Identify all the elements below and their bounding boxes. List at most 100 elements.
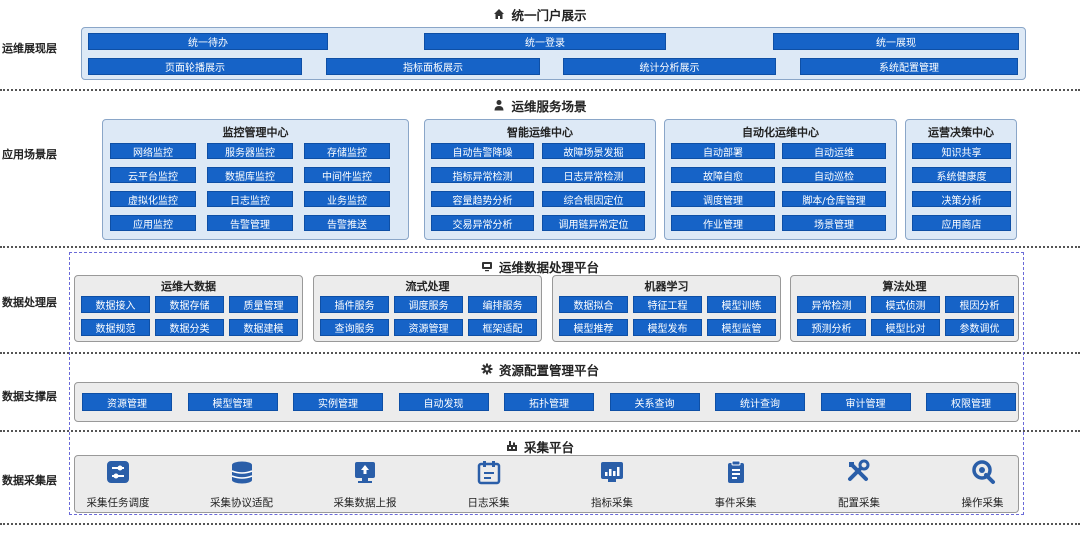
portal-button[interactable]: 统一登录	[424, 33, 666, 50]
function-button[interactable]: 应用商店	[912, 215, 1011, 231]
function-button[interactable]: 模型推荐	[559, 319, 628, 336]
function-button[interactable]: 模式侦测	[871, 296, 940, 313]
algo-title: 算法处理	[882, 280, 927, 293]
portal-title-text: 统一门户展示	[511, 8, 587, 23]
function-button[interactable]: 告警推送	[304, 215, 390, 231]
function-button[interactable]: 作业管理	[671, 215, 775, 231]
function-button[interactable]: 编排服务	[468, 296, 537, 313]
function-button[interactable]: 数据规范	[81, 319, 150, 336]
collect-item-label: 配置采集	[838, 497, 880, 509]
collect-title-text: 采集平台	[523, 440, 574, 455]
function-button[interactable]: 数据建模	[229, 319, 298, 336]
calendar-log-icon	[476, 459, 502, 485]
collect-item[interactable]: 采集协议适配	[187, 459, 297, 510]
function-button[interactable]: 决策分析	[912, 191, 1011, 207]
collect-item-label: 指标采集	[591, 497, 633, 509]
portal-button[interactable]: 系统配置管理	[800, 58, 1018, 75]
home-icon	[493, 8, 505, 23]
function-button[interactable]: 质量管理	[229, 296, 298, 313]
function-button[interactable]: 存储监控	[304, 143, 390, 159]
collect-item-label: 操作采集	[961, 497, 1004, 509]
data-upload-icon	[352, 459, 378, 485]
portal-button[interactable]: 统一待办	[88, 33, 328, 50]
function-button[interactable]: 预测分析	[797, 319, 866, 336]
layer-label-processing: 数据处理层	[2, 296, 57, 309]
function-button[interactable]: 自动发现	[398, 393, 489, 411]
function-button[interactable]: 根因分析	[945, 296, 1014, 313]
function-button[interactable]: 自动部署	[671, 143, 775, 159]
function-button[interactable]: 资源管理	[82, 393, 172, 411]
function-button[interactable]: 特征工程	[633, 296, 702, 313]
function-button[interactable]: 调用链异常定位	[542, 215, 645, 231]
function-button[interactable]: 查询服务	[320, 319, 389, 336]
function-button[interactable]: 调度管理	[671, 191, 775, 207]
function-button[interactable]: 数据接入	[81, 296, 150, 313]
automation-center-title: 自动化运维中心	[742, 126, 819, 139]
function-button[interactable]: 数据存储	[155, 296, 224, 313]
resource-title: 资源配置管理平台	[0, 360, 1080, 379]
function-button[interactable]: 服务器监控	[207, 143, 293, 159]
decision-center-title: 运营决策中心	[928, 126, 994, 139]
collect-item-label: 采集数据上报	[333, 497, 397, 509]
function-button[interactable]: 综合根因定位	[542, 191, 645, 207]
function-button[interactable]: 容量趋势分析	[431, 191, 534, 207]
portal-button[interactable]: 指标面板展示	[326, 58, 540, 75]
collect-item[interactable]: 日志采集	[434, 459, 544, 510]
function-button[interactable]: 统计查询	[715, 393, 805, 411]
function-button[interactable]: 模型训练	[707, 296, 776, 313]
function-button[interactable]: 中间件监控	[304, 167, 390, 183]
function-button[interactable]: 模型管理	[187, 393, 278, 411]
function-button[interactable]: 数据库监控	[207, 167, 293, 183]
function-button[interactable]: 自动巡检	[782, 167, 886, 183]
function-button[interactable]: 资源管理	[394, 319, 463, 336]
function-button[interactable]: 模型发布	[633, 319, 702, 336]
function-button[interactable]: 知识共享	[912, 143, 1011, 159]
function-button[interactable]: 交易异常分析	[431, 215, 534, 231]
function-button[interactable]: 指标异常检测	[431, 167, 534, 183]
function-button[interactable]: 云平台监控	[110, 167, 196, 183]
layer-label-application: 应用场景层	[2, 148, 57, 161]
function-button[interactable]: 审计管理	[820, 393, 911, 411]
function-button[interactable]: 业务监控	[304, 191, 390, 207]
portal-button[interactable]: 页面轮播展示	[88, 58, 302, 75]
function-button[interactable]: 参数调优	[945, 319, 1014, 336]
function-button[interactable]: 自动运维	[782, 143, 886, 159]
function-button[interactable]: 日志异常检测	[542, 167, 645, 183]
function-button[interactable]: 框架适配	[468, 319, 537, 336]
collect-item[interactable]: 采集数据上报	[310, 459, 420, 510]
portal-button[interactable]: 统一展现	[773, 33, 1019, 50]
collect-item[interactable]: 配置采集	[804, 459, 914, 510]
function-button[interactable]: 脚本/仓库管理	[782, 191, 886, 207]
collect-item[interactable]: 采集任务调度	[63, 459, 173, 510]
function-button[interactable]: 自动告警降噪	[431, 143, 534, 159]
monitor-center-title: 监控管理中心	[222, 126, 289, 139]
collect-item[interactable]: 事件采集	[681, 459, 791, 510]
function-button[interactable]: 模型比对	[871, 319, 940, 336]
function-button[interactable]: 关系查询	[609, 393, 700, 411]
function-button[interactable]: 虚拟化监控	[110, 191, 196, 207]
function-button[interactable]: 数据分类	[155, 319, 224, 336]
collect-item-label: 日志采集	[467, 497, 510, 509]
collect-item[interactable]: 指标采集	[557, 459, 667, 510]
function-button[interactable]: 数据拟合	[559, 296, 628, 313]
function-button[interactable]: 网络监控	[110, 143, 196, 159]
collect-item[interactable]: 操作采集	[928, 459, 1038, 510]
function-button[interactable]: 拓扑管理	[504, 393, 594, 411]
tools-config-icon	[846, 459, 872, 485]
function-button[interactable]: 系统健康度	[912, 167, 1011, 183]
function-button[interactable]: 故障场景发掘	[542, 143, 645, 159]
function-button[interactable]: 实例管理	[293, 393, 383, 411]
function-button[interactable]: 场景管理	[782, 215, 886, 231]
function-button[interactable]: 告警管理	[207, 215, 293, 231]
function-button[interactable]: 权限管理	[926, 393, 1016, 411]
layer-label-presentation: 运维展现层	[2, 42, 57, 55]
function-button[interactable]: 日志监控	[207, 191, 293, 207]
function-button[interactable]: 异常检测	[797, 296, 866, 313]
function-button[interactable]: 调度服务	[394, 296, 463, 313]
function-button[interactable]: 模型监管	[707, 319, 776, 336]
function-button[interactable]: 故障自愈	[671, 167, 775, 183]
collect-item-label: 事件采集	[714, 497, 757, 509]
function-button[interactable]: 应用监控	[110, 215, 196, 231]
portal-button[interactable]: 统计分析展示	[563, 58, 776, 75]
function-button[interactable]: 插件服务	[320, 296, 389, 313]
